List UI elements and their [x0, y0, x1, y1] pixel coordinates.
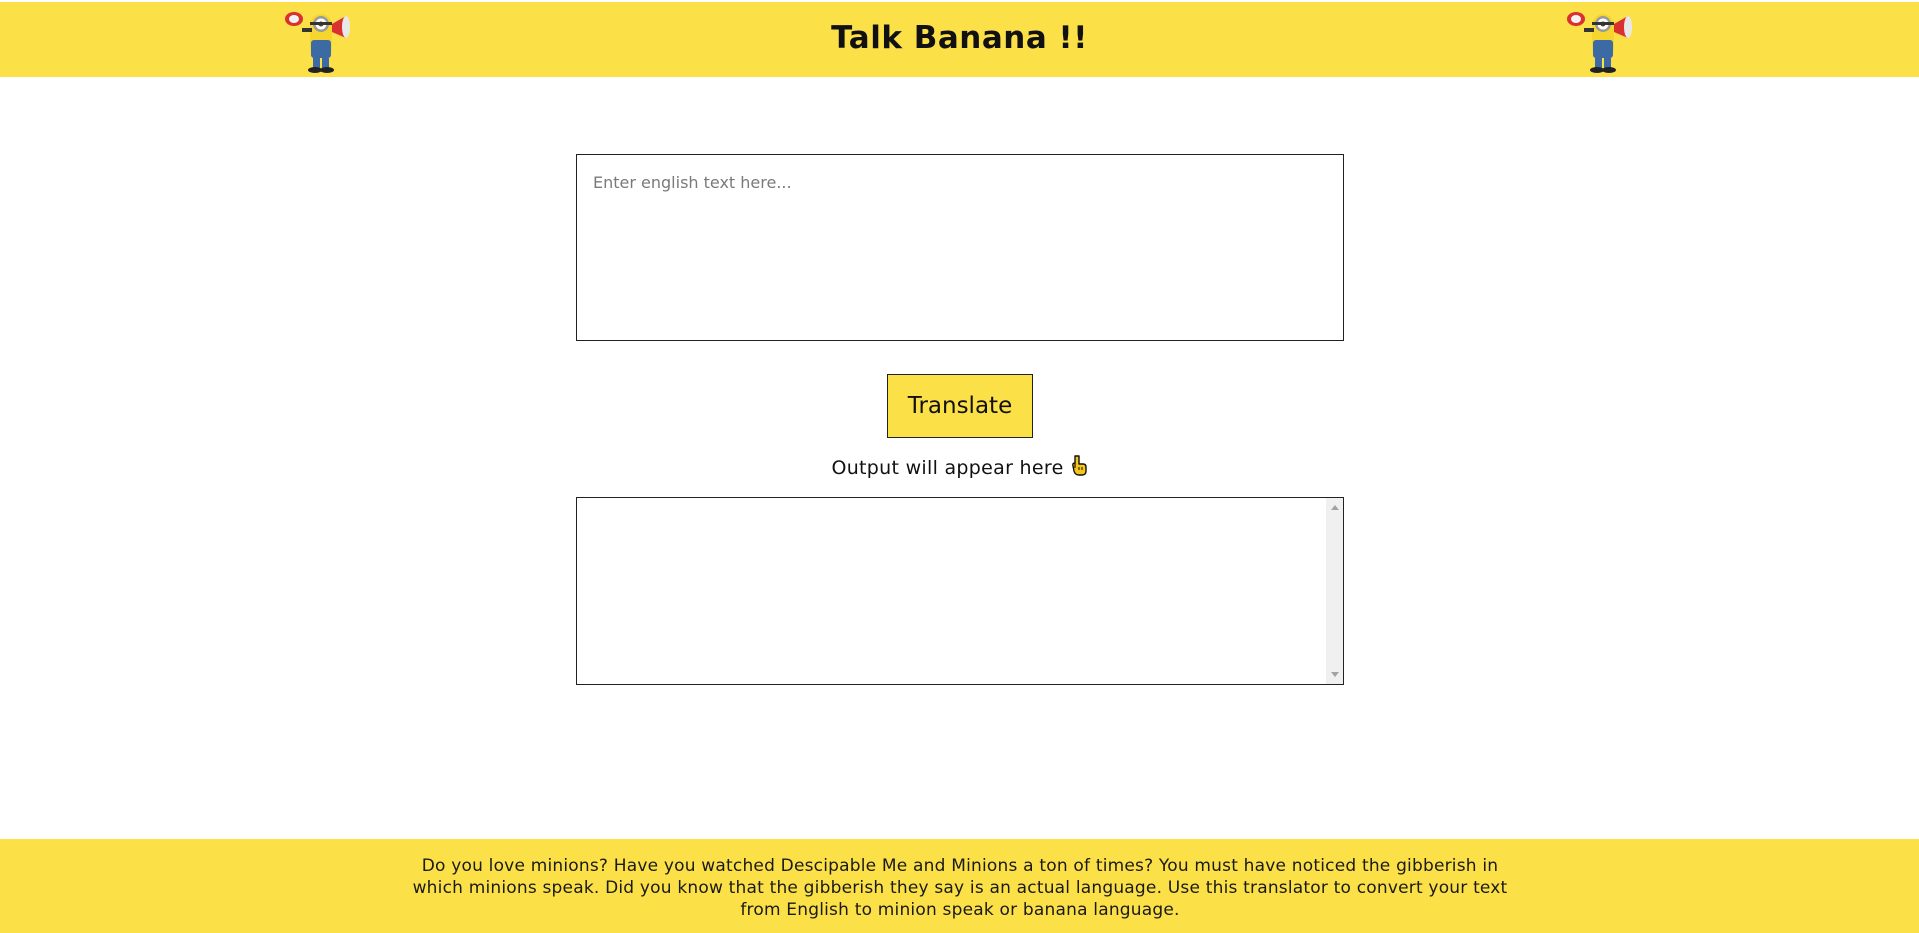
- output-caption-label: Output will appear here: [831, 457, 1064, 479]
- translate-button[interactable]: Translate: [887, 374, 1033, 438]
- page: Talk Banana !! Translate Output will app…: [0, 0, 1919, 933]
- output-caption: Output will appear here: [0, 455, 1919, 479]
- english-text-input[interactable]: [576, 154, 1344, 341]
- translated-output-box[interactable]: [576, 497, 1344, 685]
- hand-pointing-down-icon: [1071, 455, 1087, 476]
- footer-bar: Do you love minions? Have you watched De…: [0, 839, 1919, 933]
- scroll-up-arrow-icon[interactable]: [1331, 505, 1339, 510]
- header-bar: Talk Banana !!: [0, 2, 1919, 77]
- scroll-down-arrow-icon[interactable]: [1331, 672, 1339, 677]
- output-scrollbar[interactable]: [1326, 498, 1343, 684]
- minion-image-right: [1567, 12, 1632, 73]
- footer-description: Do you love minions? Have you watched De…: [412, 856, 1508, 920]
